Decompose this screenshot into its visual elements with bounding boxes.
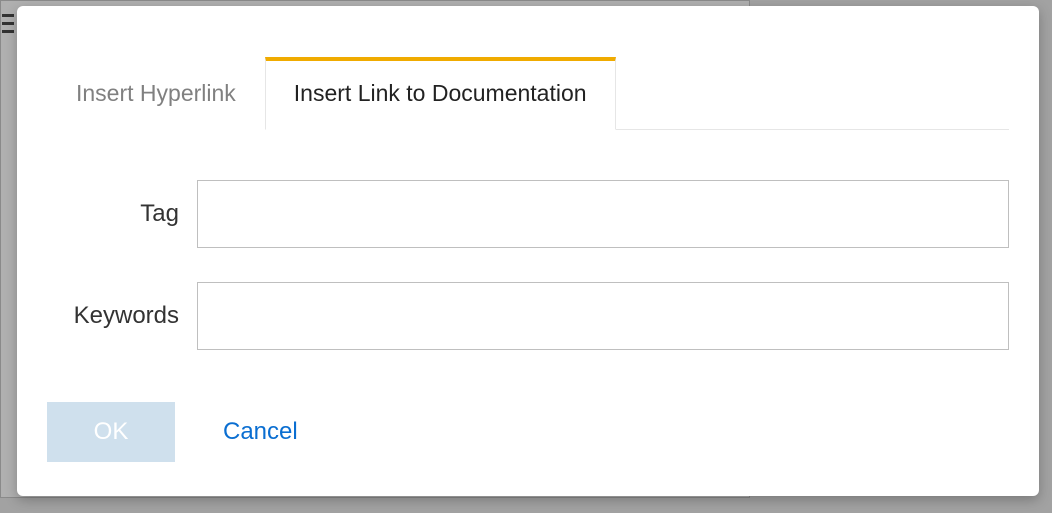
dialog-form: Tag Keywords bbox=[17, 130, 1039, 350]
tab-insert-link-documentation[interactable]: Insert Link to Documentation bbox=[265, 57, 616, 130]
keywords-label: Keywords bbox=[47, 302, 197, 330]
dialog-tabs: Insert Hyperlink Insert Link to Document… bbox=[47, 6, 1009, 130]
menu-icon bbox=[0, 8, 16, 38]
tag-label: Tag bbox=[47, 200, 197, 228]
ok-button[interactable]: OK bbox=[47, 402, 175, 462]
insert-link-dialog: Insert Hyperlink Insert Link to Document… bbox=[17, 6, 1039, 496]
dialog-actions: OK Cancel bbox=[17, 384, 1039, 462]
form-row-tag: Tag bbox=[47, 180, 1009, 248]
keywords-input[interactable] bbox=[197, 282, 1009, 350]
tag-input[interactable] bbox=[197, 180, 1009, 248]
cancel-button[interactable]: Cancel bbox=[223, 418, 298, 446]
tab-insert-hyperlink[interactable]: Insert Hyperlink bbox=[47, 57, 265, 130]
form-row-keywords: Keywords bbox=[47, 282, 1009, 350]
